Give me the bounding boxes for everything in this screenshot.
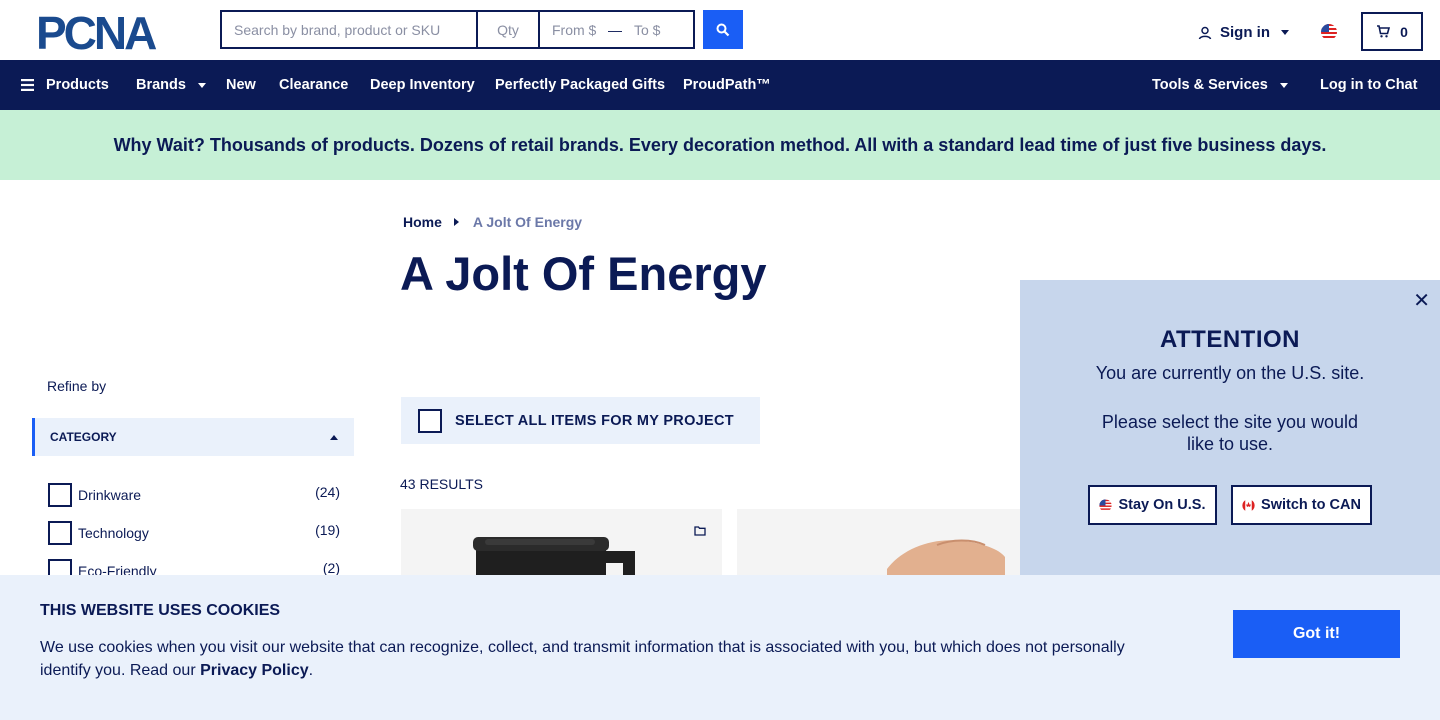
modal-current-site-text: You are currently on the U.S. site. [1095,363,1365,383]
page-title: A Jolt Of Energy [400,247,767,300]
qty-wrap [478,12,540,47]
cookie-title: THIS WEBSITE USES COOKIES [40,602,281,619]
cart-count: 0 [1400,23,1408,40]
switch-to-can-label: Switch to CAN [1261,497,1361,513]
category-checkbox[interactable] [48,521,72,545]
nav-new-label: New [226,77,256,93]
chevron-up-icon [330,434,338,440]
nav-products[interactable]: Products [21,60,109,110]
modal-select-site-text: Please select the site you would like to… [1101,412,1359,454]
search-button[interactable] [703,10,743,49]
hamburger-icon [21,79,34,91]
top-header: PCNA — Sign in [0,0,1440,60]
select-all-items[interactable]: SELECT ALL ITEMS FOR MY PROJECT [401,397,760,444]
search-form: — [220,10,695,49]
nav-gifts[interactable]: Perfectly Packaged Gifts [495,60,665,110]
cart-icon [1377,25,1391,38]
folder-icon[interactable] [694,525,706,536]
nav-tools-services[interactable]: Tools & Services [1152,60,1288,110]
nav-deep-inventory-label: Deep Inventory [370,77,475,93]
us-flag-icon[interactable] [1320,23,1338,41]
search-input[interactable] [222,12,476,47]
category-count: (24) [315,484,340,500]
switch-to-can-button[interactable]: Switch to CAN [1231,485,1372,525]
qty-input[interactable] [478,12,538,47]
stay-on-us-button[interactable]: Stay On U.S. [1088,485,1217,525]
category-count: (19) [315,522,340,538]
category-filter-item[interactable]: Technology (19) [48,520,340,546]
chevron-down-icon [1279,82,1288,88]
site-selector-modal: ✕ ATTENTION You are currently on the U.S… [1020,280,1440,580]
refine-by-label: Refine by [47,378,107,394]
stay-on-us-label: Stay On U.S. [1118,497,1206,513]
category-label: Drinkware [78,487,142,503]
category-label: Technology [78,525,149,541]
category-header-label: CATEGORY [50,430,117,444]
price-range: — [540,12,693,47]
select-all-label: SELECT ALL ITEMS FOR MY PROJECT [455,412,734,429]
category-count: (2) [322,560,340,576]
results-count: 43 RESULTS [400,476,483,492]
promo-text: Why Wait? Thousands of products. Dozens … [113,134,1327,155]
category-filter-item[interactable]: Drinkware (24) [48,482,340,508]
nav-new[interactable]: New [226,60,256,110]
nav-products-label: Products [46,77,109,93]
close-icon[interactable]: ✕ [1413,288,1430,313]
cookie-suffix: . [308,662,314,679]
privacy-policy-link[interactable]: Privacy Policy [200,662,309,679]
nav-clearance-label: Clearance [279,77,349,93]
search-main-wrap [222,12,478,47]
chevron-down-icon [197,82,206,88]
modal-title: ATTENTION [1159,326,1301,353]
chevron-down-icon [1281,30,1289,35]
range-dash: — [608,21,622,38]
sign-in-label: Sign in [1220,24,1270,41]
got-it-button[interactable]: Got it! [1233,610,1400,658]
breadcrumb-separator-icon [453,218,459,226]
main-navigation: Products Brands New Clearance Deep Inven… [0,60,1440,110]
price-from-input[interactable] [540,12,608,47]
nav-proudpath[interactable]: ProudPath™ [683,60,771,110]
sign-in-menu[interactable]: Sign in [1198,24,1289,41]
nav-clearance[interactable]: Clearance [279,60,348,110]
select-all-checkbox[interactable] [418,408,442,433]
nav-log-in-chat[interactable]: Log in to Chat [1320,60,1417,110]
promo-banner: Why Wait? Thousands of products. Dozens … [0,110,1440,180]
breadcrumb-current: A Jolt Of Energy [472,214,583,230]
nav-tools-label: Tools & Services [1152,77,1268,93]
canada-flag-icon [1242,498,1255,512]
cookie-message: We use cookies when you visit our websit… [40,636,1150,682]
nav-deep-inventory[interactable]: Deep Inventory [370,60,475,110]
search-icon [716,23,730,36]
category-checkbox[interactable] [48,483,72,507]
nav-brands-label: Brands [136,77,186,93]
category-filter-header[interactable]: CATEGORY [32,418,354,456]
pcna-logo[interactable]: PCNA [36,12,184,52]
nav-brands[interactable]: Brands [136,60,206,110]
price-to-input[interactable] [622,12,690,47]
cart-button[interactable]: 0 [1361,12,1423,51]
breadcrumb: Home A Jolt Of Energy [403,214,582,230]
us-flag-icon [1099,498,1113,512]
nav-gifts-label: Perfectly Packaged Gifts [495,77,666,93]
got-it-label: Got it! [1292,625,1341,642]
logo-text: PCNA [36,12,156,52]
nav-chat-label: Log in to Chat [1320,77,1418,93]
user-icon [1198,26,1212,39]
breadcrumb-home[interactable]: Home [403,214,442,230]
nav-proudpath-label: ProudPath™ [683,77,771,93]
cookie-banner: THIS WEBSITE USES COOKIES We use cookies… [0,575,1440,720]
